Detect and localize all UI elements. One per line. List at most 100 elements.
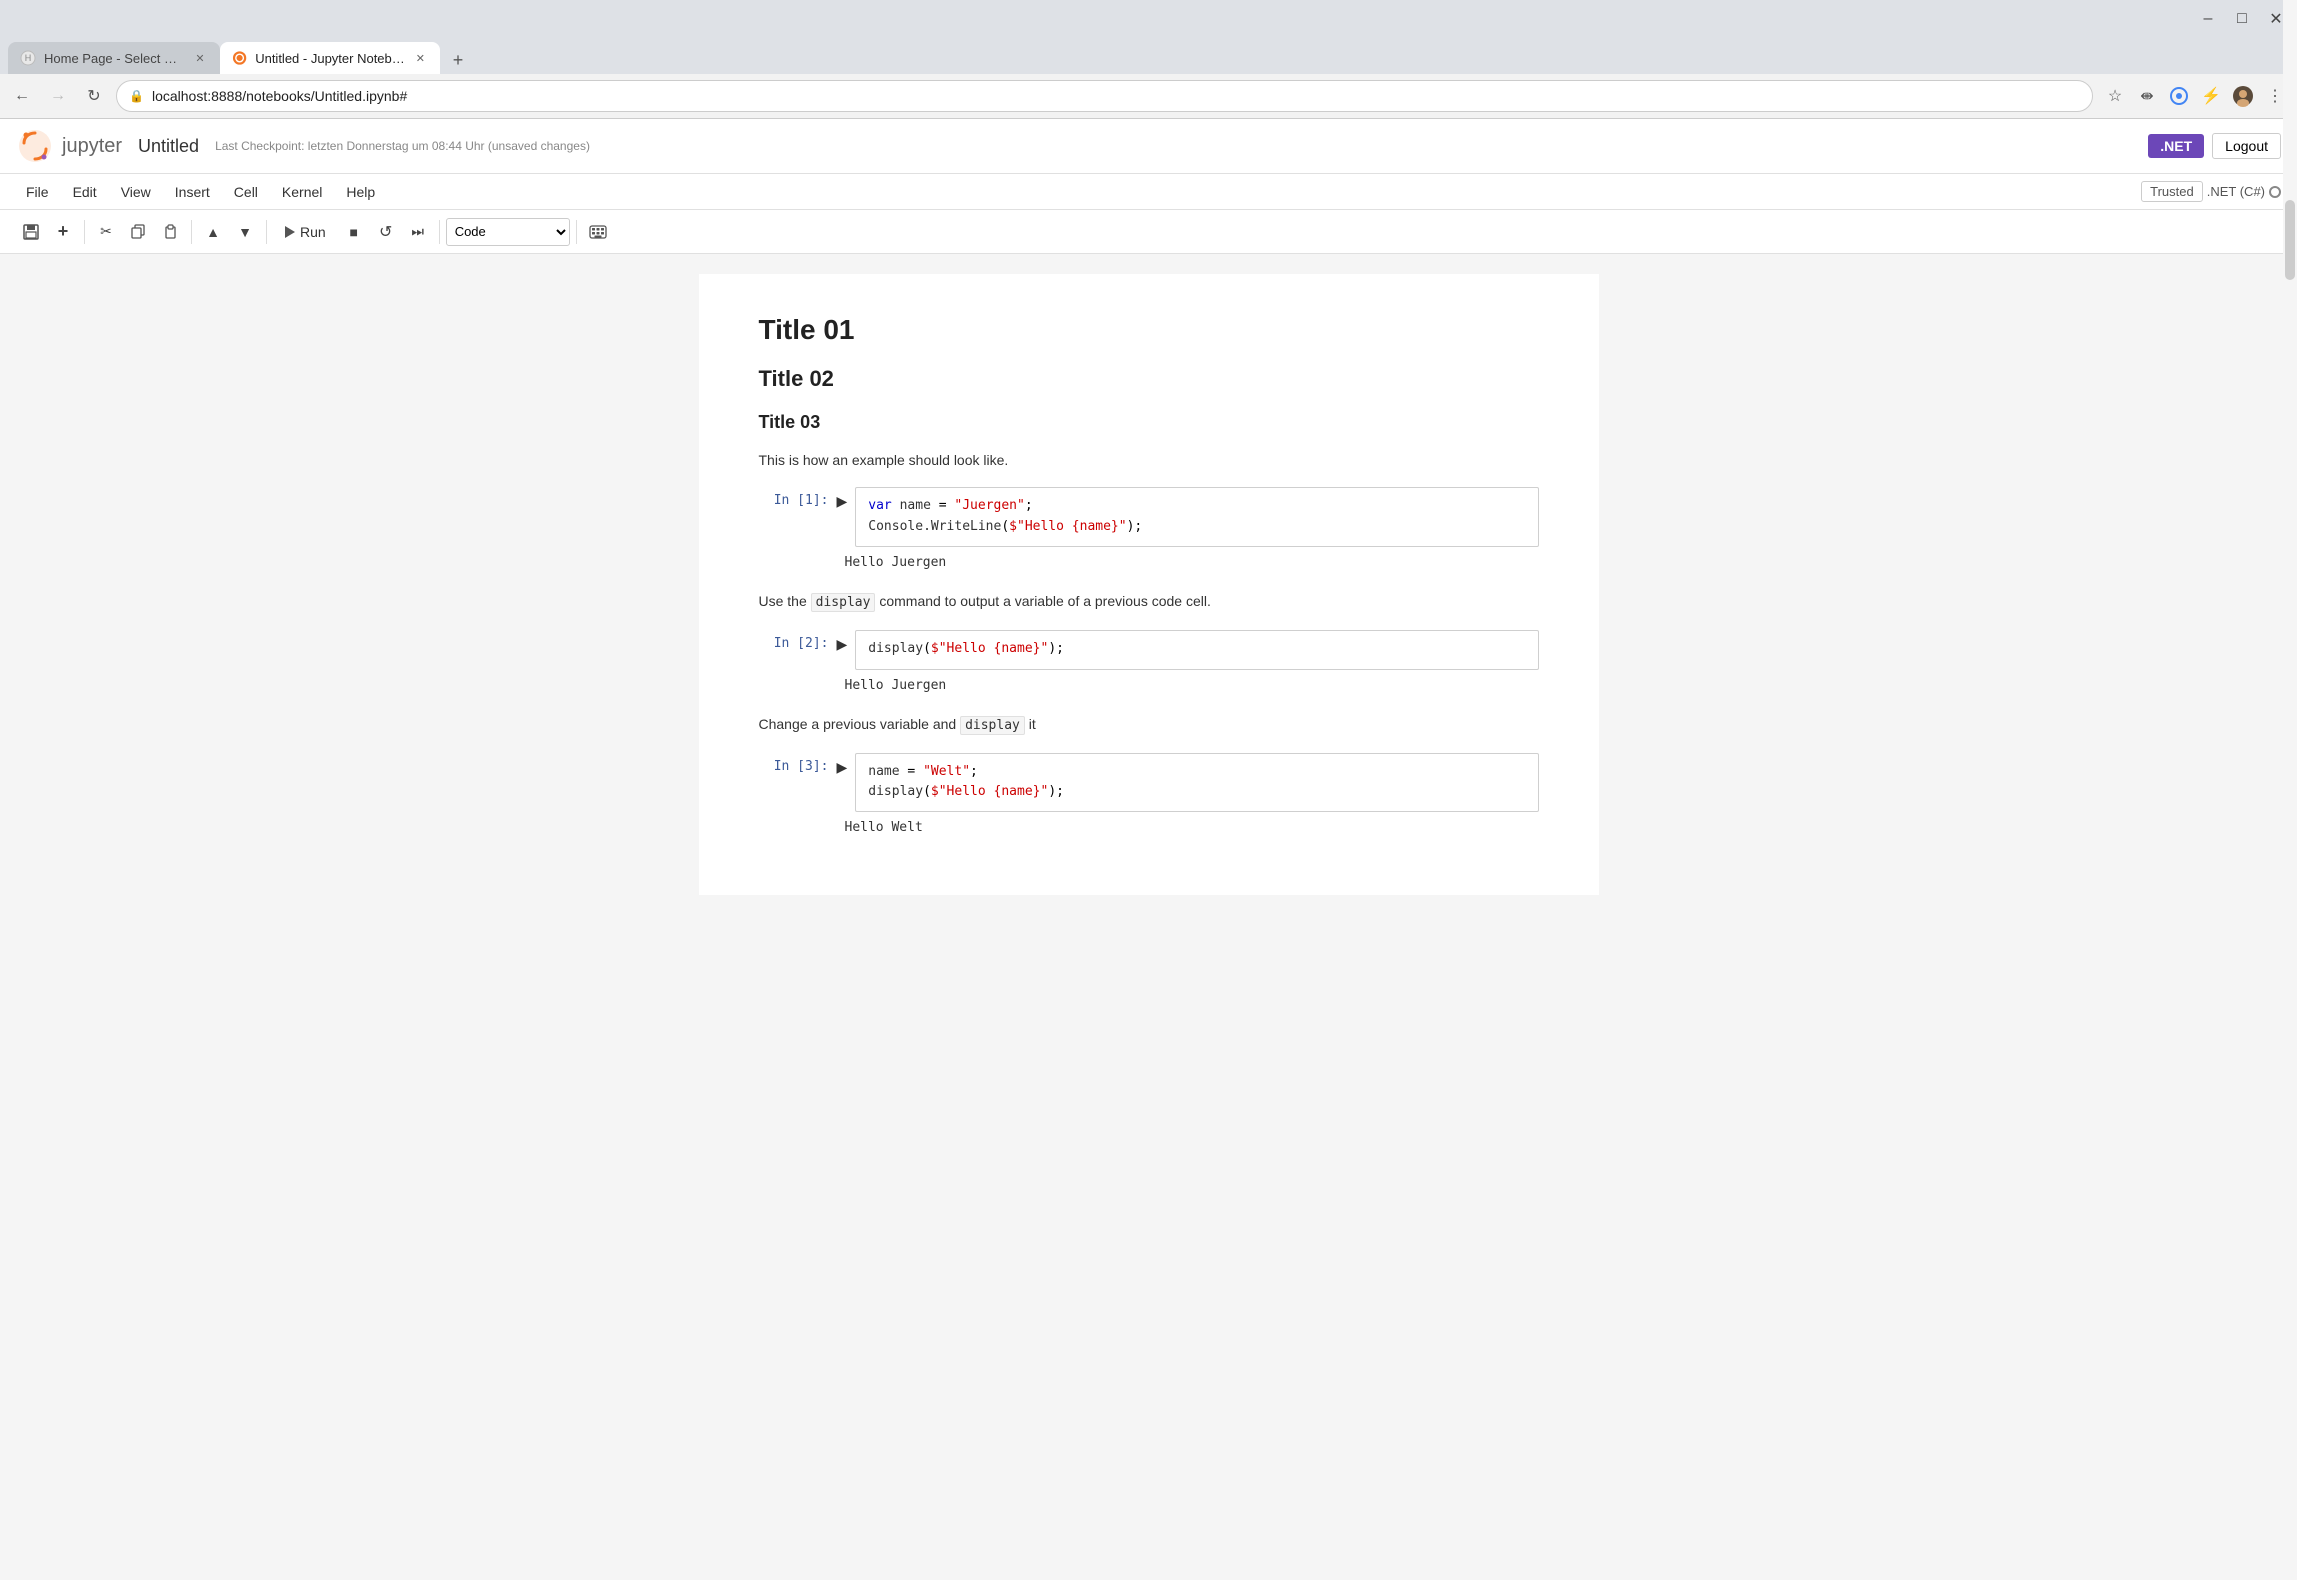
chrome-icon[interactable] [2165, 82, 2193, 110]
para3-code: display [960, 716, 1025, 735]
para3-text2: it [1025, 716, 1036, 732]
kernel-status-icon [2269, 186, 2281, 198]
heading-1: Title 01 [759, 314, 1539, 346]
cell-2-code[interactable]: display($"Hello {name}"); [855, 630, 1538, 670]
notebook-area: Title 01 Title 02 Title 03 This is how a… [0, 254, 2297, 915]
move-down-button[interactable]: ▼ [230, 217, 260, 247]
toolbar: + ✂ ▲ ▼ Run ■ ↺ [0, 210, 2297, 254]
cell-3-line-2: display($"Hello {name}"); [868, 782, 1525, 803]
keyboard-shortcut-button[interactable] [583, 217, 613, 247]
svg-text:H: H [25, 53, 32, 63]
trusted-badge[interactable]: Trusted [2141, 181, 2203, 202]
minimize-button[interactable]: – [2195, 6, 2221, 32]
url-bar[interactable]: 🔒 localhost:8888/notebooks/Untitled.ipyn… [116, 80, 2093, 112]
cell-1-run-icon[interactable]: ▶ [837, 487, 848, 510]
cut-button[interactable]: ✂ [91, 217, 121, 247]
save-button[interactable] [16, 217, 46, 247]
restart-button[interactable]: ↺ [371, 217, 401, 247]
toolbar-sep3 [266, 220, 267, 244]
cell-2-label: In [2]: [759, 630, 829, 651]
extension-icon[interactable]: ⚡ [2197, 82, 2225, 110]
cell-3-line-1: name = "Welt"; [868, 762, 1525, 783]
restart-run-button[interactable]: ⏭ [403, 217, 433, 247]
restart-icon: ↺ [379, 222, 392, 242]
cell-type-select[interactable]: Code Markdown Raw NBConvert Heading [446, 218, 570, 246]
cell-2-run-icon[interactable]: ▶ [837, 630, 848, 653]
cell-3-output: Hello Welt [845, 816, 1539, 839]
profile-icon[interactable] [2229, 82, 2257, 110]
notebook-container: Title 01 Title 02 Title 03 This is how a… [699, 274, 1599, 895]
cell-1-line-2: Console.WriteLine($"Hello {name}"); [868, 517, 1525, 538]
toolbar-sep2 [191, 220, 192, 244]
paste-icon [163, 224, 178, 239]
cell-1-code[interactable]: var name = "Juergen"; Console.WriteLine(… [855, 487, 1538, 547]
menu-insert[interactable]: Insert [165, 180, 220, 204]
toolbar-sep5 [576, 220, 577, 244]
scrollbar-thumb[interactable] [2285, 200, 2295, 280]
tabs-bar: H Home Page - Select or create a n ✕ Unt… [0, 38, 2297, 74]
copy-button[interactable] [123, 217, 153, 247]
stop-button[interactable]: ■ [339, 217, 369, 247]
cell-3-label: In [3]: [759, 753, 829, 774]
net-badge: .NET [2148, 134, 2204, 158]
cell-1-line-1: var name = "Juergen"; [868, 496, 1525, 517]
para2-code: display [811, 593, 876, 612]
run-button[interactable]: Run [273, 219, 337, 245]
grid-icon[interactable]: ⇼ [2133, 82, 2161, 110]
add-tab-button[interactable]: + [444, 46, 472, 74]
cell-2-output: Hello Juergen [845, 674, 1539, 697]
address-bar: ← → ↻ 🔒 localhost:8888/notebooks/Untitle… [0, 74, 2297, 118]
cell-3-code[interactable]: name = "Welt"; display($"Hello {name}"); [855, 753, 1538, 813]
copy-icon [131, 224, 146, 239]
menu-bar: File Edit View Insert Cell Kernel Help T… [0, 174, 2297, 210]
forward-button[interactable]: → [44, 82, 72, 110]
cell-3-run-icon[interactable]: ▶ [837, 753, 848, 776]
browser-icons: ☆ ⇼ ⚡ ⋮ [2101, 82, 2289, 110]
bookmark-icon[interactable]: ☆ [2101, 82, 2129, 110]
code-cell-2: In [2]: ▶ display($"Hello {name}"); [759, 630, 1539, 670]
kernel-label: .NET (C#) [2207, 184, 2265, 199]
title-bar: – □ ✕ [0, 0, 2297, 38]
tab-notebook-label: Untitled - Jupyter Notebook [255, 51, 405, 66]
menu-file[interactable]: File [16, 180, 59, 204]
paste-button[interactable] [155, 217, 185, 247]
title-bar-controls: – □ ✕ [2195, 6, 2289, 32]
back-button[interactable]: ← [8, 82, 36, 110]
run-label: Run [300, 224, 326, 240]
jupyter-logo: jupyter [16, 127, 122, 165]
notebook-title[interactable]: Untitled [138, 136, 199, 157]
kernel-info: .NET (C#) [2207, 184, 2281, 199]
code-cell-3: In [3]: ▶ name = "Welt"; display($"Hello… [759, 753, 1539, 813]
move-up-icon: ▲ [206, 224, 220, 240]
menu-view[interactable]: View [111, 180, 161, 204]
tab-home-label: Home Page - Select or create a n [44, 51, 184, 66]
jupyter-brand-text: jupyter [62, 135, 122, 158]
add-cell-button[interactable]: + [48, 217, 78, 247]
cell-1-label: In [1]: [759, 487, 829, 508]
tab-notebook[interactable]: Untitled - Jupyter Notebook ✕ [220, 42, 440, 74]
para2-text1: Use the [759, 593, 811, 609]
notebook-favicon-icon [232, 50, 247, 66]
menu-cell[interactable]: Cell [224, 180, 268, 204]
paragraph-2: Use the display command to output a vari… [759, 590, 1539, 614]
cut-icon: ✂ [100, 223, 112, 240]
move-up-button[interactable]: ▲ [198, 217, 228, 247]
keyboard-icon [589, 225, 607, 239]
fast-forward-icon: ⏭ [411, 223, 424, 240]
jupyter-logo-icon [16, 127, 54, 165]
tab-home[interactable]: H Home Page - Select or create a n ✕ [8, 42, 220, 74]
menu-kernel[interactable]: Kernel [272, 180, 332, 204]
maximize-button[interactable]: □ [2229, 6, 2255, 32]
heading-2: Title 02 [759, 366, 1539, 392]
toolbar-sep4 [439, 220, 440, 244]
logout-button[interactable]: Logout [2212, 133, 2281, 159]
menu-edit[interactable]: Edit [63, 180, 107, 204]
browser-chrome: – □ ✕ H Home Page - Select or create a n… [0, 0, 2297, 119]
move-down-icon: ▼ [238, 224, 252, 240]
code-cell-1: In [1]: ▶ var name = "Juergen"; Console.… [759, 487, 1539, 547]
menu-help[interactable]: Help [336, 180, 385, 204]
jupyter-header-right: .NET Logout [2148, 133, 2281, 159]
tab-notebook-close-icon[interactable]: ✕ [413, 50, 428, 66]
tab-home-close-icon[interactable]: ✕ [192, 50, 208, 66]
reload-button[interactable]: ↻ [80, 82, 108, 110]
